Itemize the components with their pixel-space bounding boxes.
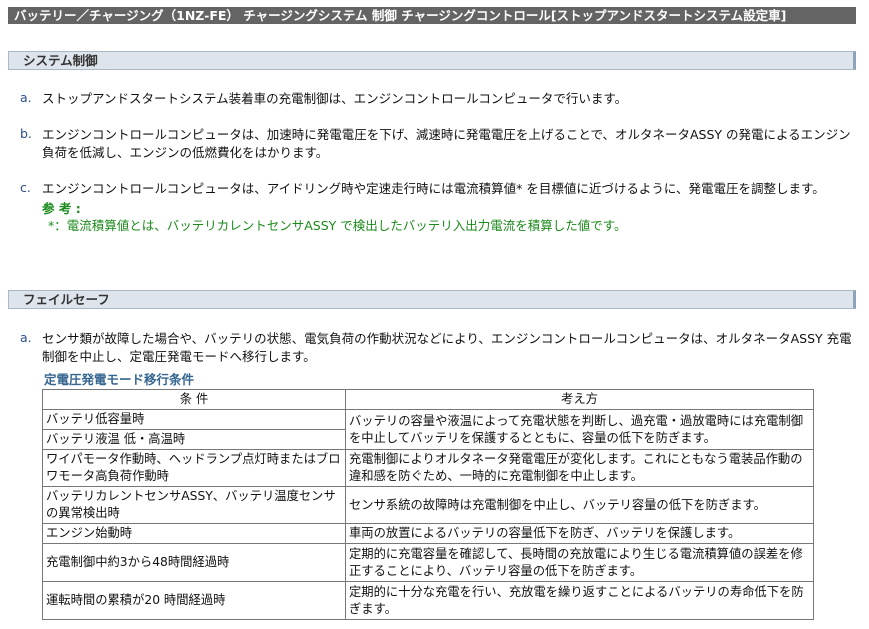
list-marker: b.	[20, 126, 32, 141]
column-header-reason: 考え方	[345, 389, 814, 410]
condition-cell: 運転時間の累積が20 時間経過時	[42, 581, 346, 620]
list-marker: c.	[20, 180, 31, 195]
note-text: *：電流積算値とは、バッテリカレントセンサASSY で検出したバッテリ入出力電流…	[48, 218, 627, 233]
list-marker: a.	[20, 330, 32, 345]
condition-cell: エンジン始動時	[42, 523, 346, 544]
reason-cell: 車両の放置によるバッテリの容量低下を防ぎ、バッテリを保護します。	[345, 523, 814, 544]
table-row: エンジン始動時 車両の放置によるバッテリの容量低下を防ぎ、バッテリを保護します。	[42, 523, 814, 544]
table-title: 定電圧発電モード移行条件	[44, 372, 195, 387]
reason-cell: 定期的に十分な充電を行い、充放電を繰り返すことによるバッテリの寿命低下を防ぎます…	[345, 581, 814, 620]
condition-cell: ワイパモータ作動時、ヘッドランプ点灯時またはブロワモータ高負荷作動時	[42, 449, 346, 487]
page-title: バッテリー／チャージング（1NZ-FE） チャージングシステム 制御 チャージン…	[8, 7, 856, 24]
list-item-text: センサ類が故障した場合や、バッテリの状態、電気負荷の作動状況などにより、エンジン…	[42, 331, 852, 364]
condition-cell: バッテリ低容量時	[42, 409, 346, 430]
section-heading-failsafe: フェイルセーフ	[8, 290, 856, 309]
table-header-row: 条 件 考え方	[42, 389, 814, 410]
condition-table: 条 件 考え方 バッテリ低容量時 バッテリの容量や液温によって充電状態を判断し、…	[42, 389, 814, 620]
section-heading-system-control: システム制御	[8, 51, 856, 70]
condition-cell: バッテリカレントセンサASSY、バッテリ温度センサの異常検出時	[42, 486, 346, 524]
table-row: バッテリカレントセンサASSY、バッテリ温度センサの異常検出時 センサ系統の故障…	[42, 486, 814, 524]
reason-cell: バッテリの容量や液温によって充電状態を判断し、過充電・過放電時には充電制御を中止…	[345, 409, 814, 450]
table-row: バッテリ低容量時 バッテリの容量や液温によって充電状態を判断し、過充電・過放電時…	[42, 409, 814, 450]
condition-cell: 充電制御中約3から48時間経過時	[42, 543, 346, 582]
list-marker: a.	[20, 90, 32, 105]
table-row: ワイパモータ作動時、ヘッドランプ点灯時またはブロワモータ高負荷作動時 充電制御に…	[42, 449, 814, 487]
reason-cell: 充電制御によりオルタネータ発電電圧が変化します。これにともなう電装品作動の違和感…	[345, 449, 814, 487]
reason-cell: 定期的に充電容量を確認して、長時間の充放電により生じる電流積算値の誤差を修正する…	[345, 543, 814, 582]
list-item-text: ストップアンドスタートシステム装着車の充電制御は、エンジンコントロールコンピュー…	[42, 91, 628, 106]
condition-cell: バッテリ液温 低・高温時	[42, 429, 346, 450]
table-row: 運転時間の累積が20 時間経過時 定期的に十分な充電を行い、充放電を繰り返すこと…	[42, 581, 814, 620]
column-header-condition: 条 件	[42, 389, 346, 410]
list-item-text: エンジンコントロールコンピュータは、加速時に発電電圧を下げ、減速時に発電電圧を上…	[42, 127, 851, 160]
reason-cell: センサ系統の故障時は充電制御を中止し、バッテリ容量の低下を防ぎます。	[345, 486, 814, 524]
table-row: 充電制御中約3から48時間経過時 定期的に充電容量を確認して、長時間の充放電によ…	[42, 543, 814, 582]
list-item-text: エンジンコントロールコンピュータは、アイドリング時や定速走行時には電流積算値* …	[42, 181, 825, 196]
